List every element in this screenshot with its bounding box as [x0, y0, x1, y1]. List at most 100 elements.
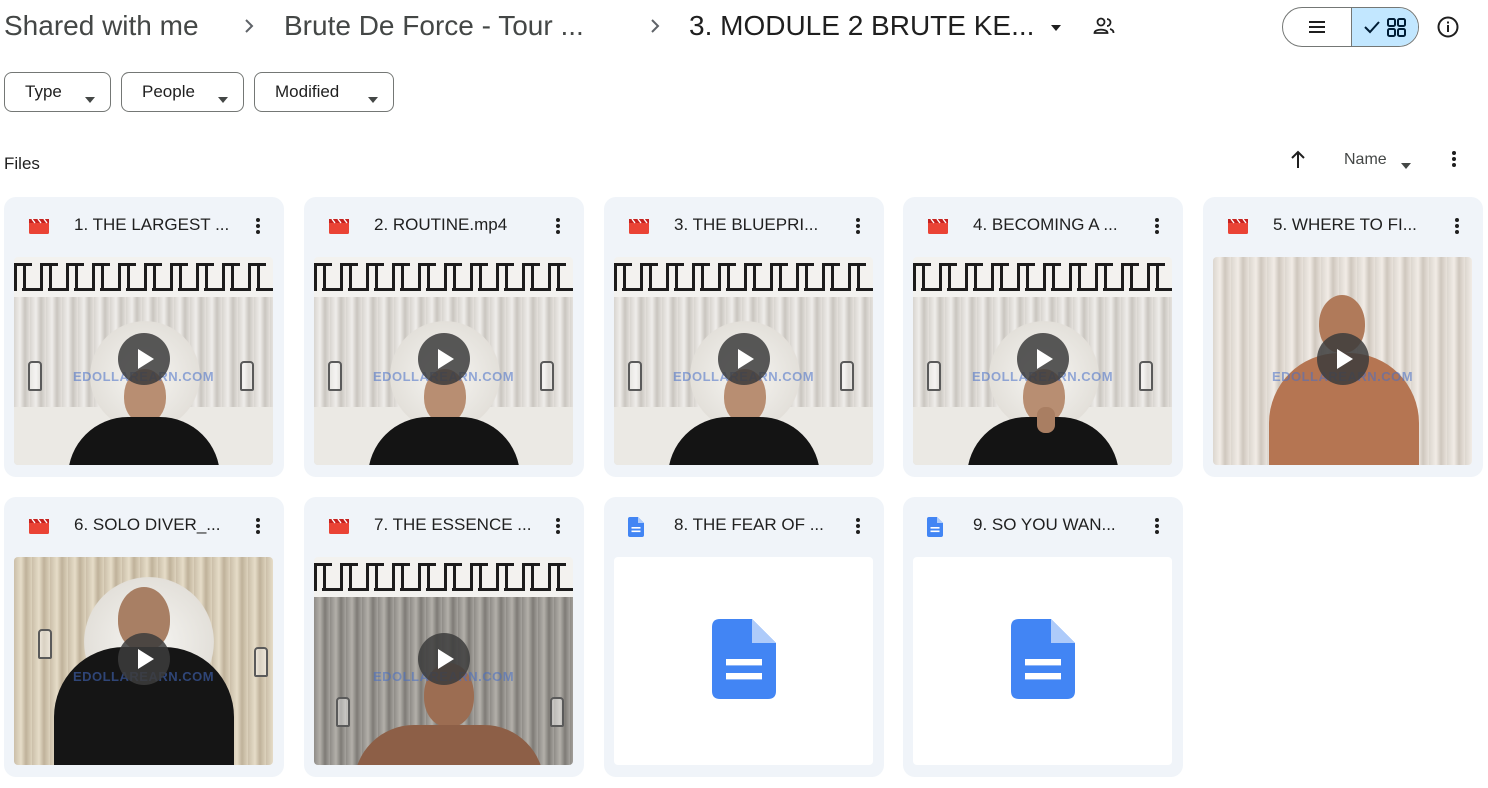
- video-file-icon: [28, 217, 50, 235]
- check-grid-icon: [1364, 18, 1406, 37]
- video-file-icon: [1227, 217, 1249, 235]
- grid-view-button[interactable]: [1350, 8, 1418, 46]
- file-card[interactable]: 4. BECOMING A ... EDOLLAREARN.COM: [903, 197, 1183, 477]
- file-card-header: 9. SO YOU WAN...: [903, 497, 1183, 555]
- google-doc-large-icon: [1010, 618, 1075, 704]
- play-icon[interactable]: [1317, 333, 1369, 385]
- file-card[interactable]: 7. THE ESSENCE ... EDOLLAREARN.COM: [304, 497, 584, 777]
- file-card[interactable]: 9. SO YOU WAN...: [903, 497, 1183, 777]
- more-options-icon[interactable]: [548, 515, 568, 542]
- play-icon[interactable]: [1017, 333, 1069, 385]
- file-card[interactable]: 3. THE BLUEPRI... EDOLLAREARN.COM: [604, 197, 884, 477]
- chevron-right-icon: [240, 12, 260, 40]
- chevron-right-icon: [646, 12, 666, 40]
- play-icon[interactable]: [118, 333, 170, 385]
- file-card[interactable]: 5. WHERE TO FI... EDOLLAREARN.COM: [1203, 197, 1483, 477]
- file-card-header: 2. ROUTINE.mp4: [304, 197, 584, 255]
- file-card[interactable]: 1. THE LARGEST ... EDOLLAREARN.COM: [4, 197, 284, 477]
- file-title[interactable]: 6. SOLO DIVER_...: [74, 515, 220, 535]
- google-doc-large-icon: [711, 618, 776, 704]
- greek-key-border: [314, 557, 573, 597]
- video-file-icon: [328, 517, 350, 535]
- file-title[interactable]: 2. ROUTINE.mp4: [374, 215, 507, 235]
- play-icon[interactable]: [118, 633, 170, 685]
- file-title[interactable]: 3. THE BLUEPRI...: [674, 215, 818, 235]
- breadcrumb-parent-folder[interactable]: Brute De Force - Tour ...: [284, 8, 584, 44]
- dropdown-caret-icon: [217, 89, 229, 109]
- google-doc-icon: [927, 517, 943, 542]
- video-file-icon: [628, 217, 650, 235]
- video-thumbnail[interactable]: EDOLLAREARN.COM: [14, 557, 273, 765]
- more-options-icon[interactable]: [248, 515, 268, 542]
- type-filter-chip[interactable]: Type: [4, 72, 111, 112]
- more-options-icon[interactable]: [1444, 148, 1464, 170]
- video-thumbnail[interactable]: EDOLLAREARN.COM: [1213, 257, 1472, 465]
- video-thumbnail[interactable]: EDOLLAREARN.COM: [314, 257, 573, 465]
- file-title[interactable]: 8. THE FEAR OF ...: [674, 515, 824, 535]
- people-filter-label: People: [142, 82, 195, 101]
- file-card-header: 3. THE BLUEPRI...: [604, 197, 884, 255]
- file-title[interactable]: 5. WHERE TO FI...: [1273, 215, 1417, 235]
- greek-key-border: [314, 257, 573, 297]
- sort-by-name-button[interactable]: Name: [1330, 140, 1426, 180]
- play-icon[interactable]: [418, 633, 470, 685]
- video-file-icon: [927, 217, 949, 235]
- file-title[interactable]: 1. THE LARGEST ...: [74, 215, 229, 235]
- lantern-decor: [550, 697, 564, 727]
- more-options-icon[interactable]: [248, 215, 268, 242]
- more-options-icon[interactable]: [1447, 215, 1467, 242]
- more-options-icon[interactable]: [1147, 215, 1167, 242]
- file-card-header: 4. BECOMING A ...: [903, 197, 1183, 255]
- greek-key-border: [14, 257, 273, 297]
- document-thumbnail[interactable]: [614, 557, 873, 765]
- video-thumbnail[interactable]: EDOLLAREARN.COM: [614, 257, 873, 465]
- greek-key-border: [614, 257, 873, 297]
- file-card[interactable]: 8. THE FEAR OF ...: [604, 497, 884, 777]
- people-filter-chip[interactable]: People: [121, 72, 244, 112]
- file-title[interactable]: 7. THE ESSENCE ...: [374, 515, 531, 535]
- file-card-header: 1. THE LARGEST ...: [4, 197, 284, 255]
- file-card-header: 6. SOLO DIVER_...: [4, 497, 284, 555]
- file-card[interactable]: 2. ROUTINE.mp4 EDOLLAREARN.COM: [304, 197, 584, 477]
- greek-key-border: [913, 257, 1172, 297]
- breadcrumb-current-folder[interactable]: 3. MODULE 2 BRUTE KE...: [689, 8, 1034, 44]
- video-thumbnail[interactable]: EDOLLAREARN.COM: [314, 557, 573, 765]
- file-card-header: 8. THE FEAR OF ...: [604, 497, 884, 555]
- info-icon[interactable]: [1436, 15, 1460, 39]
- dropdown-caret-icon: [84, 89, 96, 109]
- sort-label: Name: [1344, 151, 1387, 168]
- file-card[interactable]: 6. SOLO DIVER_... EDOLLAREARN.COM: [4, 497, 284, 777]
- dropdown-caret-icon: [1400, 157, 1412, 175]
- more-options-icon[interactable]: [1147, 515, 1167, 542]
- shared-people-icon[interactable]: [1092, 14, 1116, 38]
- file-card-header: 5. WHERE TO FI...: [1203, 197, 1483, 255]
- video-thumbnail[interactable]: EDOLLAREARN.COM: [913, 257, 1172, 465]
- list-view-button[interactable]: [1283, 8, 1351, 46]
- file-card-header: 7. THE ESSENCE ...: [304, 497, 584, 555]
- dropdown-caret-icon: [367, 89, 379, 109]
- more-options-icon[interactable]: [848, 515, 868, 542]
- type-filter-label: Type: [25, 82, 62, 101]
- modified-filter-chip[interactable]: Modified: [254, 72, 394, 112]
- file-title[interactable]: 9. SO YOU WAN...: [973, 515, 1116, 535]
- google-doc-icon: [628, 517, 644, 542]
- video-file-icon: [328, 217, 350, 235]
- lantern-decor: [38, 629, 52, 659]
- breadcrumb-shared-with-me[interactable]: Shared with me: [4, 8, 199, 44]
- lantern-decor: [336, 697, 350, 727]
- play-icon[interactable]: [718, 333, 770, 385]
- modified-filter-label: Modified: [275, 82, 340, 101]
- more-options-icon[interactable]: [548, 215, 568, 242]
- play-icon[interactable]: [418, 333, 470, 385]
- files-section-label: Files: [4, 154, 40, 173]
- sort-direction-arrow-icon[interactable]: [1288, 148, 1308, 170]
- folder-menu-caret-icon[interactable]: [1046, 18, 1066, 38]
- more-options-icon[interactable]: [848, 215, 868, 242]
- file-title[interactable]: 4. BECOMING A ...: [973, 215, 1118, 235]
- list-icon: [1308, 21, 1325, 33]
- video-thumbnail[interactable]: EDOLLAREARN.COM: [14, 257, 273, 465]
- document-thumbnail[interactable]: [913, 557, 1172, 765]
- view-toggle: [1282, 7, 1419, 47]
- video-file-icon: [28, 517, 50, 535]
- header: Shared with me Brute De Force - Tour ...…: [0, 0, 1488, 56]
